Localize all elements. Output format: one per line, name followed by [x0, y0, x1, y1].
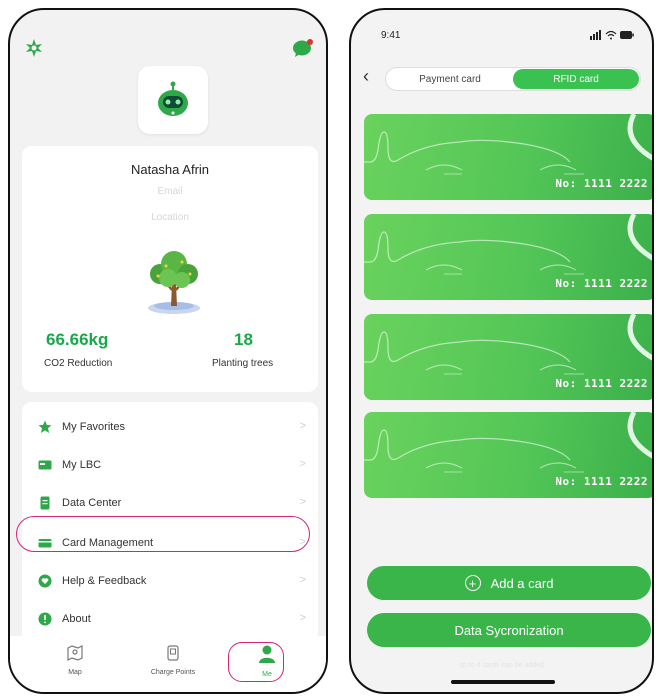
map-icon: [67, 645, 83, 661]
chevron-right-icon: >: [299, 612, 306, 624]
card-number: No: 1111 2222: [555, 475, 648, 488]
tab-payment-card[interactable]: Payment card: [386, 68, 514, 90]
back-chevron-icon[interactable]: ‹: [363, 66, 369, 87]
home-indicator[interactable]: [451, 680, 555, 684]
avatar[interactable]: [138, 66, 208, 134]
tab-map[interactable]: Map: [40, 644, 110, 676]
menu-label: My Favorites: [62, 421, 125, 433]
card-management-highlight: [16, 516, 310, 552]
card-number: No: 1111 2222: [555, 177, 648, 190]
document-icon: [38, 496, 52, 510]
menu-label: Help & Feedback: [62, 575, 147, 587]
card-icon: [38, 458, 52, 472]
data-sync-label: Data Sycronization: [454, 622, 564, 638]
trees-label: Planting trees: [212, 358, 274, 369]
me-tab-highlight: [228, 642, 284, 682]
user-name: Natasha Afrin: [130, 162, 210, 177]
profile-screen: Natasha Afrin Email Location 66.66kg CO2…: [8, 8, 328, 694]
rfid-card[interactable]: No: 1111 2222: [364, 214, 652, 300]
user-email: Email: [157, 186, 183, 197]
menu-label: About: [62, 613, 91, 625]
menu-item-favorites[interactable]: My Favorites >: [22, 408, 318, 446]
card-type-segment: Payment card RFID card: [385, 67, 641, 91]
co2-value: 66.66kg: [46, 330, 109, 349]
chevron-right-icon: >: [299, 458, 306, 470]
menu-item-lbc[interactable]: My LBC >: [22, 446, 318, 484]
card-limit-note: up to 4 cards can be added: [459, 662, 544, 669]
chevron-right-icon: >: [299, 420, 306, 432]
tab-label: Map: [68, 669, 82, 676]
tab-charge-points[interactable]: Charge Points: [138, 644, 208, 676]
rfid-cards-screen: 9:41 ‹ Payment card RFID card No: 1111 2…: [349, 8, 654, 694]
chevron-right-icon: >: [299, 574, 306, 586]
tree-illustration: [148, 251, 200, 314]
robot-avatar-icon: [158, 81, 188, 116]
info-icon: [38, 612, 52, 626]
user-location: Location: [151, 212, 189, 223]
status-time: 9:41: [381, 30, 401, 41]
tab-label: Charge Points: [150, 669, 196, 676]
rfid-card[interactable]: No: 1111 2222: [364, 114, 652, 200]
charger-icon: [167, 645, 179, 661]
menu-item-about[interactable]: About >: [22, 600, 318, 638]
status-icons: [590, 30, 634, 40]
card-number: No: 1111 2222: [555, 377, 648, 390]
tab-rfid-card[interactable]: RFID card: [513, 69, 639, 89]
trees-value: 18: [234, 330, 253, 349]
co2-label: CO2 Reduction: [44, 358, 113, 369]
card-number: No: 1111 2222: [555, 277, 648, 290]
heart-chat-icon: [38, 574, 52, 588]
add-card-button[interactable]: + Add a card: [367, 566, 651, 600]
star-icon: [38, 420, 52, 434]
menu-item-help[interactable]: Help & Feedback >: [22, 562, 318, 600]
add-card-label: Add a card: [490, 575, 554, 591]
plus-circle-icon: +: [464, 575, 481, 591]
message-icon[interactable]: [292, 38, 314, 58]
menu-label: My LBC: [62, 459, 102, 471]
menu-label: Data Center: [62, 497, 122, 509]
rfid-card[interactable]: No: 1111 2222: [364, 412, 652, 498]
profile-card: Natasha Afrin Email Location 66.66kg CO2…: [22, 146, 318, 392]
data-sync-button[interactable]: Data Sycronization: [367, 613, 651, 647]
settings-icon[interactable]: [24, 38, 44, 58]
chevron-right-icon: >: [299, 496, 306, 508]
rfid-card[interactable]: No: 1111 2222: [364, 314, 652, 400]
